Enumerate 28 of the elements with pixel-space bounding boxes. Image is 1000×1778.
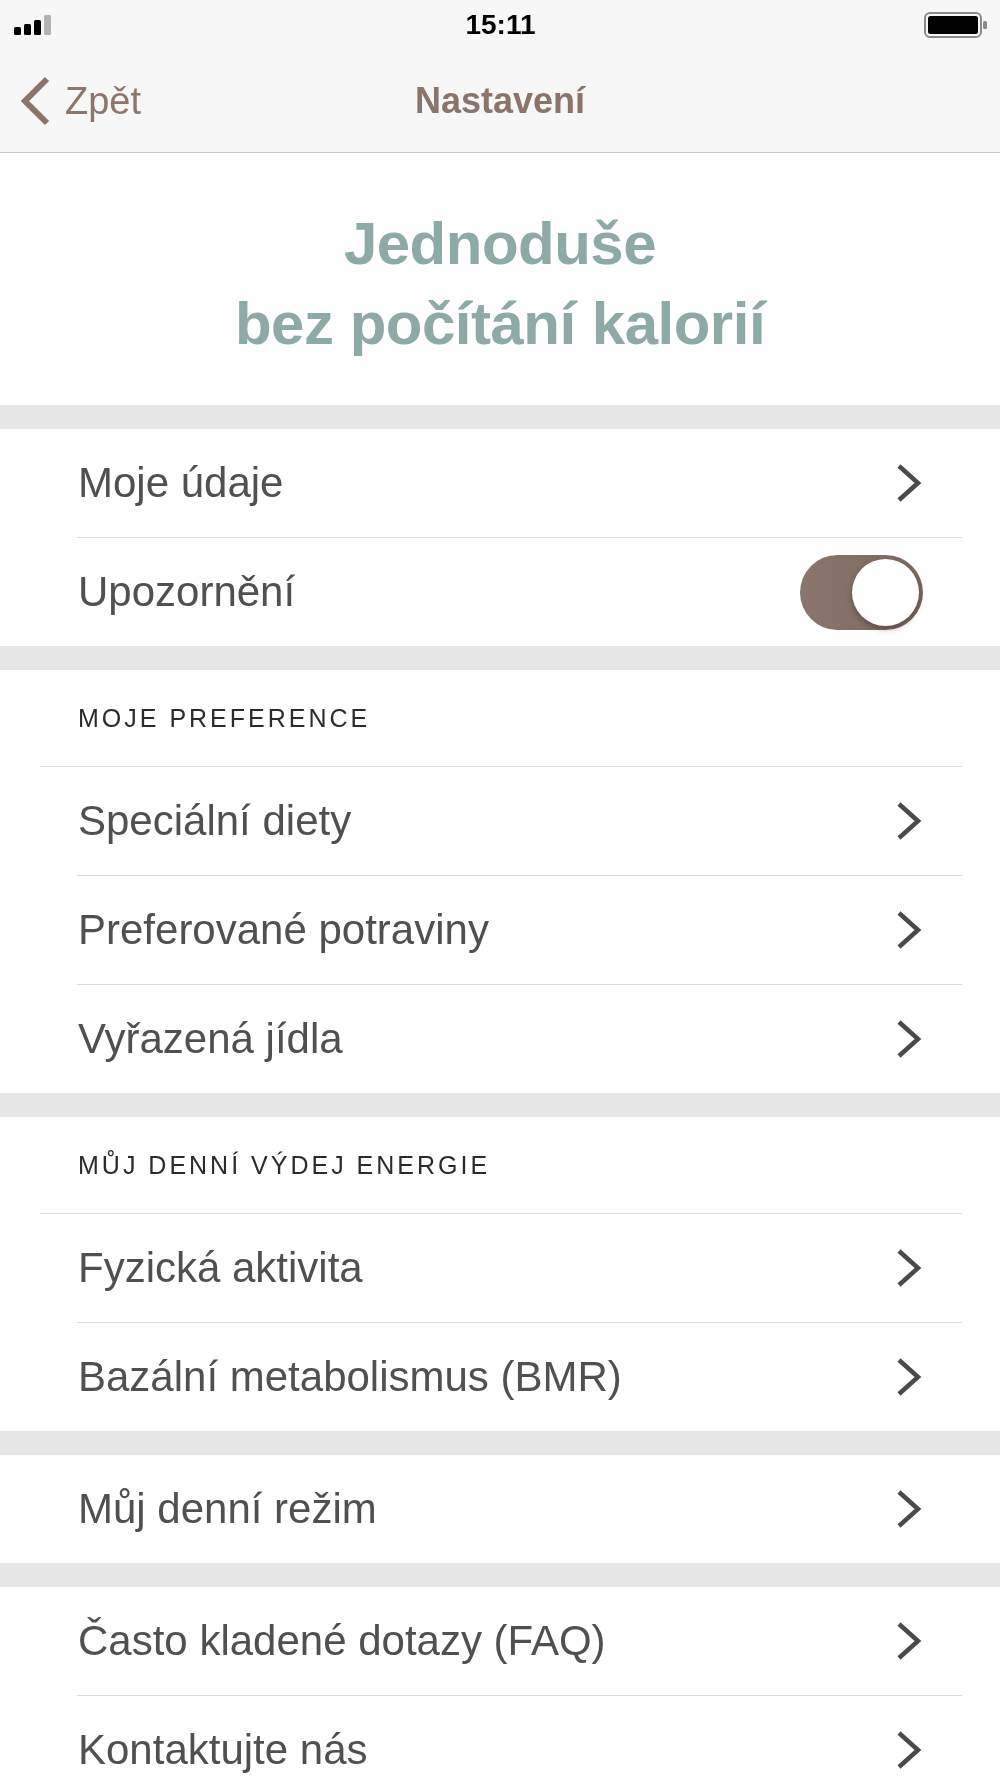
chevron-icon xyxy=(896,1731,922,1769)
status-time: 15:11 xyxy=(465,9,536,41)
settings-row[interactable]: Bazální metabolismus (BMR) xyxy=(0,1323,1000,1431)
settings-row[interactable]: Můj denní režim xyxy=(0,1455,1000,1563)
settings-row[interactable]: Vyřazená jídla xyxy=(0,985,1000,1093)
back-chevron-icon xyxy=(19,76,51,126)
settings-row[interactable]: Preferované potraviny xyxy=(0,876,1000,984)
back-button[interactable]: Zpět xyxy=(0,76,146,126)
chevron-icon xyxy=(896,1490,922,1528)
settings-row[interactable]: Speciální diety xyxy=(0,767,1000,875)
chevron-icon xyxy=(896,911,922,949)
chevron-icon xyxy=(896,1358,922,1396)
chevron-icon xyxy=(896,1020,922,1058)
settings-row[interactable]: Kontaktujte nás xyxy=(0,1696,1000,1778)
section-header: MŮJ DENNÍ VÝDEJ ENERGIE xyxy=(78,1150,491,1180)
signal-icon xyxy=(14,15,52,35)
setting-label: Upozornění xyxy=(78,567,296,617)
app-heading: Jednoduše bez počítání kalorií xyxy=(234,209,766,359)
settings-row[interactable]: Moje údaje xyxy=(0,429,1000,537)
chevron-icon xyxy=(896,802,922,840)
chevron-icon xyxy=(896,1249,922,1287)
screen-title: Nastavení xyxy=(414,80,586,122)
chevron-icon xyxy=(896,464,922,502)
section-header: MOJE PREFERENCE xyxy=(78,703,371,733)
settings-row[interactable]: Často kladené dotazy (FAQ) xyxy=(0,1587,1000,1695)
settings-row[interactable]: Fyzická aktivita xyxy=(0,1214,1000,1322)
battery-icon xyxy=(924,12,987,38)
chevron-icon xyxy=(896,1622,922,1660)
